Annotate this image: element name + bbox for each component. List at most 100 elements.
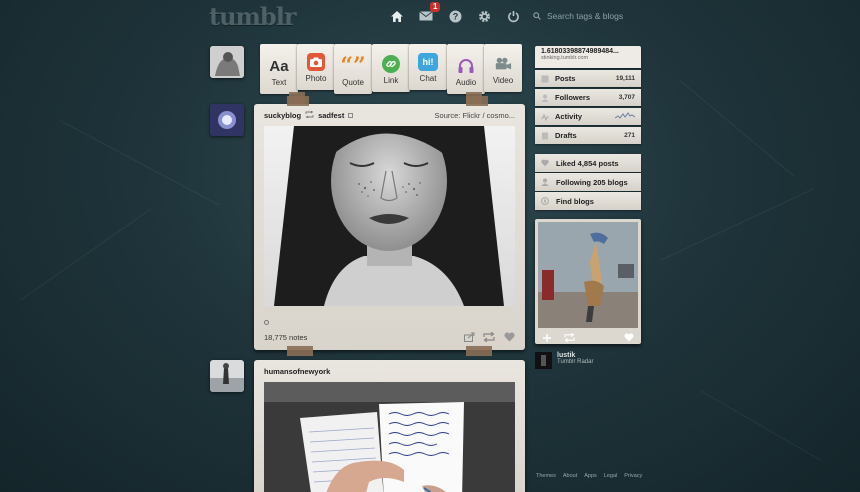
help-icon[interactable]: ?: [445, 6, 465, 26]
post-type-audio[interactable]: Audio: [447, 44, 485, 94]
radar-photo[interactable]: [538, 222, 638, 328]
stat-activity[interactable]: Activity: [535, 108, 641, 125]
link-icon: [382, 55, 400, 73]
activity-sparkline-icon: [614, 111, 636, 122]
reblogged-from[interactable]: sadfest: [318, 111, 344, 120]
post-type-text[interactable]: Aa Text: [260, 44, 298, 94]
user-icon: [541, 178, 549, 186]
stat-count: 3,707: [618, 94, 635, 101]
blog-title: 1.61803398874989484...: [541, 48, 619, 55]
heart-icon[interactable]: [623, 333, 635, 343]
stat-label: Followers: [555, 93, 591, 102]
source-link[interactable]: Flickr / cosmo...: [462, 111, 515, 120]
post-type-selector: Aa Text Photo “” Quote Link hi! Chat Aud…: [258, 44, 524, 104]
following-link[interactable]: Following 205 blogs: [535, 173, 641, 191]
tumblr-radar-card: [535, 219, 641, 344]
radar-label: Tumblr Radar: [557, 359, 594, 365]
radar-author-avatar[interactable]: [535, 352, 552, 369]
footer-link-about[interactable]: About: [563, 473, 577, 479]
radar-info: lustik Tumblr Radar: [535, 352, 593, 369]
reblog-icon[interactable]: [563, 333, 575, 343]
link-label: Liked 4,854 posts: [556, 158, 619, 168]
logo-text: tumblr: [209, 2, 296, 31]
stat-label: Posts: [555, 74, 576, 83]
tape-decoration: [466, 96, 488, 106]
share-icon[interactable]: [463, 332, 475, 342]
heart-icon[interactable]: [503, 332, 515, 342]
radar-author[interactable]: lustik: [557, 352, 593, 359]
blog-title-card[interactable]: 1.61803398874989484... stinking.tumblr.c…: [535, 46, 641, 68]
quote-icon: “”: [340, 53, 366, 79]
reblog-icon[interactable]: [483, 332, 495, 342]
footer-link-themes[interactable]: Themes: [536, 473, 556, 479]
tape-decoration: [287, 96, 309, 106]
video-camera-icon: [494, 55, 512, 73]
post-type-photo[interactable]: Photo: [297, 44, 335, 90]
drafts-icon: [541, 132, 549, 140]
gear-icon[interactable]: [474, 6, 494, 26]
post-header: suckyblog sadfest Source: Flickr / cosmo…: [254, 104, 525, 126]
footer-link-apps[interactable]: Apps: [584, 473, 597, 479]
post-author[interactable]: suckyblog: [264, 111, 301, 120]
link-label: Find blogs: [556, 196, 594, 206]
follow-icon[interactable]: [348, 112, 354, 118]
background-scratch: [699, 390, 822, 461]
tumblr-logo[interactable]: tumblr: [209, 2, 296, 31]
post-author-avatar[interactable]: [210, 104, 244, 136]
reblog-icon: [305, 110, 314, 120]
post-type-label: Quote: [342, 78, 364, 87]
camera-icon: [307, 53, 325, 71]
post-type-label: Link: [383, 76, 399, 85]
post-type-label: Photo: [305, 74, 327, 83]
search-bar[interactable]: [533, 8, 653, 24]
home-icon[interactable]: [387, 6, 407, 26]
footer-link-legal[interactable]: Legal: [604, 473, 617, 479]
post-type-label: Chat: [419, 74, 437, 83]
background-scratch: [679, 80, 796, 178]
stat-drafts[interactable]: Drafts 271: [535, 127, 641, 144]
post-author[interactable]: humansofnewyork: [264, 367, 330, 376]
post-type-label: Video: [492, 76, 514, 85]
message-count-badge: 1: [430, 2, 441, 12]
search-icon: [533, 12, 541, 20]
post-type-label: Audio: [455, 78, 477, 87]
stat-followers[interactable]: Followers 3,707: [535, 89, 641, 106]
link-label: Following 205 blogs: [556, 177, 628, 187]
activity-icon: [541, 113, 549, 121]
stat-count: 19,111: [615, 75, 635, 82]
post-type-link[interactable]: Link: [372, 44, 410, 92]
user-avatar[interactable]: [210, 46, 244, 78]
stat-posts[interactable]: Posts 19,111: [535, 70, 641, 87]
source-label: Source:: [434, 110, 461, 120]
search-input[interactable]: [547, 11, 647, 21]
background-scratch: [19, 208, 152, 301]
post-photo[interactable]: [264, 126, 515, 306]
radar-actions: [535, 331, 641, 344]
post-header: humansofnewyork: [254, 360, 525, 382]
headphones-icon: [457, 57, 475, 75]
blog-url: stinking.tumblr.com: [541, 55, 589, 61]
footer-link-privacy[interactable]: Privacy: [624, 473, 642, 479]
post-type-label: Text: [271, 78, 287, 87]
background-scratch: [659, 188, 815, 261]
stat-label: Activity: [555, 112, 583, 121]
liked-posts-link[interactable]: Liked 4,854 posts: [535, 154, 641, 172]
compass-icon: [541, 197, 549, 205]
post-photo[interactable]: [264, 382, 515, 492]
stat-count: 271: [624, 132, 635, 139]
heart-icon: [541, 159, 549, 167]
find-blogs-link[interactable]: Find blogs: [535, 192, 641, 210]
power-icon[interactable]: [503, 6, 523, 26]
dashboard-post: humansofnewyork: [254, 360, 525, 492]
post-author-avatar[interactable]: [210, 360, 244, 392]
post-type-chat[interactable]: hi! Chat: [409, 44, 447, 90]
text-icon: Aa: [269, 58, 289, 75]
follow-plus-icon[interactable]: [541, 333, 553, 343]
post-type-video[interactable]: Video: [484, 44, 522, 92]
post-source: Source: Flickr / cosmo...: [435, 111, 515, 120]
background-scratch: [59, 120, 220, 206]
dashboard-post: suckyblog sadfest Source: Flickr / cosmo…: [254, 104, 525, 350]
post-type-quote[interactable]: “” Quote: [334, 44, 372, 94]
notes-count[interactable]: 18,775 notes: [264, 333, 307, 342]
account-links-panel: Liked 4,854 posts Following 205 blogs Fi…: [535, 154, 641, 211]
